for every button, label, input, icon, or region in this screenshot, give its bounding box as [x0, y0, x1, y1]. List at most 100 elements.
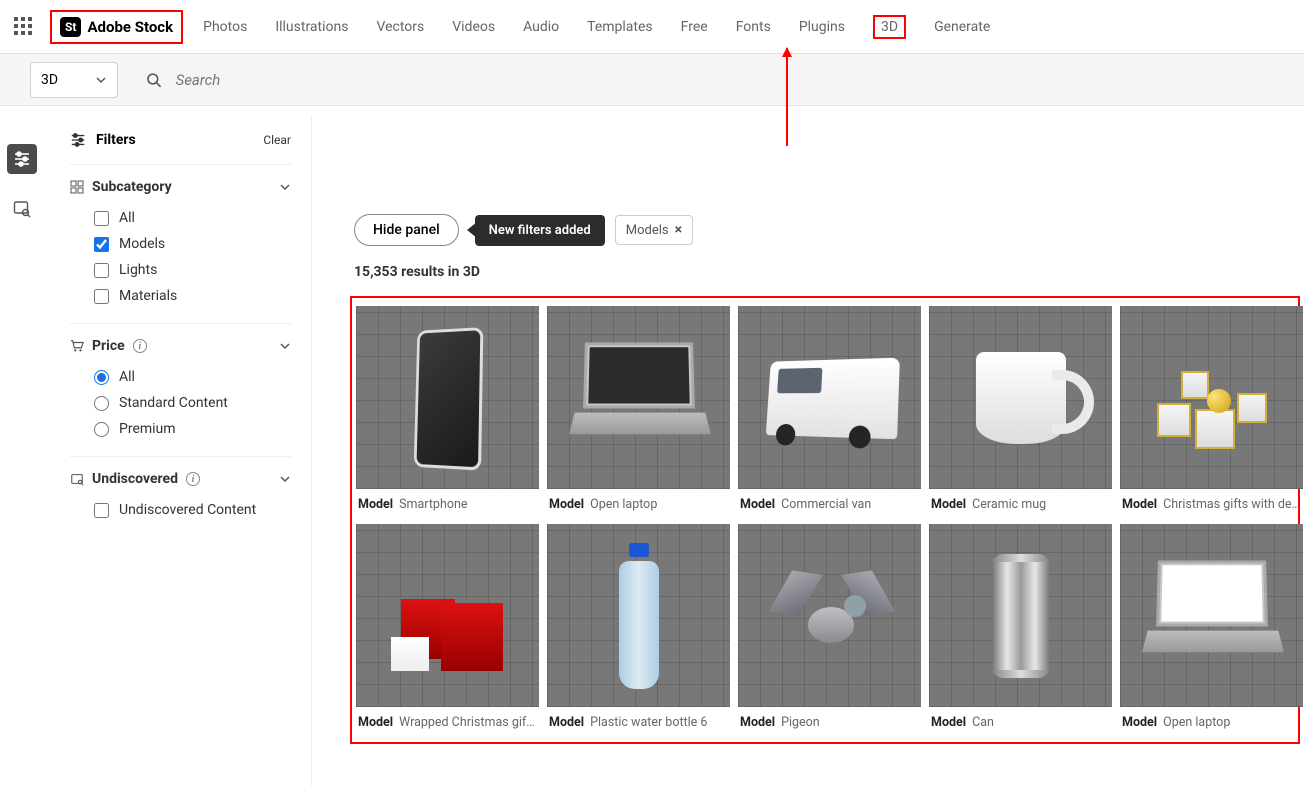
result-thumbnail[interactable] [547, 306, 730, 489]
filter-option-all[interactable]: All [70, 205, 291, 231]
nav-link-vectors[interactable]: Vectors [376, 15, 424, 39]
result-name: Pigeon [781, 715, 820, 730]
result-caption: Model Commercial van [738, 489, 921, 516]
nav-link-templates[interactable]: Templates [587, 15, 653, 39]
new-filters-tooltip: New filters added [475, 215, 605, 246]
filters-rail-button[interactable] [7, 144, 37, 174]
filter-input[interactable] [94, 263, 109, 278]
result-name: Smartphone [399, 497, 467, 512]
apps-grid-icon[interactable] [14, 17, 34, 37]
result-type: Model [931, 497, 966, 512]
visual-search-rail-button[interactable] [7, 194, 37, 224]
result-type: Model [358, 715, 393, 730]
filter-input[interactable] [94, 503, 109, 518]
filter-option-label: All [119, 210, 135, 226]
result-thumbnail[interactable] [356, 524, 539, 707]
result-thumbnail[interactable] [1120, 306, 1303, 489]
filter-option-all[interactable]: All [70, 364, 291, 390]
info-icon[interactable]: i [186, 472, 200, 486]
nav-link-audio[interactable]: Audio [523, 15, 559, 39]
nav-link-plugins[interactable]: Plugins [799, 15, 845, 39]
result-name: Wrapped Christmas gifts 1 [399, 715, 537, 730]
category-select[interactable]: 3D [30, 62, 118, 98]
image-search-icon [13, 200, 31, 218]
filter-input[interactable] [94, 422, 109, 437]
result-card: ModelOpen laptop [1120, 524, 1303, 734]
result-card: ModelPlastic water bottle 6 [547, 524, 730, 734]
filter-option-label: Models [119, 236, 165, 252]
result-card: ModelCeramic mug [929, 306, 1112, 516]
result-thumbnail[interactable] [1120, 524, 1303, 707]
brand-badge: St [60, 17, 81, 37]
filters-sidebar: Filters Clear Subcategory All Models Light… [56, 116, 312, 786]
result-caption: ModelOpen laptop [1120, 707, 1303, 734]
undiscovered-label: Undiscovered [92, 471, 178, 487]
result-thumbnail[interactable] [929, 306, 1112, 489]
left-rail [0, 136, 44, 224]
filters-heading: Filters [70, 132, 136, 148]
hide-panel-button[interactable]: Hide panel [354, 214, 459, 246]
filter-option-materials[interactable]: Materials [70, 283, 291, 309]
result-card: Model Wrapped Christmas gifts 1 [356, 524, 539, 734]
filter-option-label: Lights [119, 262, 157, 278]
info-icon[interactable]: i [133, 339, 147, 353]
nav-link-3d[interactable]: 3D [873, 15, 906, 39]
result-name: Open laptop [590, 497, 657, 512]
results-content: Hide panel New filters added Models × 15… [320, 116, 1304, 744]
chevron-down-icon [279, 181, 291, 193]
nav-link-illustrations[interactable]: Illustrations [275, 15, 348, 39]
result-type: Model [549, 497, 584, 512]
nav-link-fonts[interactable]: Fonts [736, 15, 771, 39]
result-type: Model [740, 497, 775, 512]
filter-option-undiscovered-content[interactable]: Undiscovered Content [70, 497, 291, 523]
result-name: Commercial van [781, 497, 871, 512]
result-name: Can [972, 715, 994, 730]
filter-input[interactable] [94, 211, 109, 226]
result-thumbnail[interactable] [738, 306, 921, 489]
filter-option-lights[interactable]: Lights [70, 257, 291, 283]
result-thumbnail[interactable] [738, 524, 921, 707]
sparkle-icon [70, 472, 84, 486]
result-thumbnail[interactable] [356, 306, 539, 489]
result-caption: ModelChristmas gifts with decora... [1120, 489, 1303, 516]
section-toggle-undiscovered[interactable]: Undiscovered i [70, 471, 291, 487]
filter-option-premium[interactable]: Premium [70, 416, 291, 442]
close-icon[interactable]: × [675, 222, 682, 238]
result-type: Model [931, 715, 966, 730]
search-input[interactable] [176, 71, 1288, 89]
clear-filters-link[interactable]: Clear [263, 133, 291, 147]
nav-link-photos[interactable]: Photos [203, 15, 247, 39]
category-value: 3D [41, 72, 58, 88]
result-type: Model [549, 715, 584, 730]
filter-section-undiscovered: Undiscovered i Undiscovered Content [70, 456, 291, 537]
nav-link-generate[interactable]: Generate [934, 15, 990, 39]
section-toggle-price[interactable]: Price i [70, 338, 291, 354]
filter-option-models[interactable]: Models [70, 231, 291, 257]
result-caption: Model Wrapped Christmas gifts 1 [356, 707, 539, 734]
filter-input[interactable] [94, 289, 109, 304]
filter-input[interactable] [94, 396, 109, 411]
filter-input[interactable] [94, 370, 109, 385]
result-thumbnail[interactable] [547, 524, 730, 707]
search-box[interactable] [130, 62, 1304, 98]
result-type: Model [740, 715, 775, 730]
results-count: 15,353 results in 3D [320, 246, 1304, 280]
result-caption: Model Pigeon [738, 707, 921, 734]
sliders-icon [70, 132, 86, 148]
grid-icon [70, 180, 84, 194]
result-type: Model [1122, 715, 1157, 730]
brand-logo[interactable]: St Adobe Stock [50, 10, 183, 44]
result-card: ModelSmartphone [356, 306, 539, 516]
result-type: Model [1122, 497, 1157, 512]
filter-option-standard-content[interactable]: Standard Content [70, 390, 291, 416]
nav-link-videos[interactable]: Videos [452, 15, 495, 39]
sliders-icon [13, 150, 31, 168]
chip-label: Models [626, 223, 669, 238]
filter-input[interactable] [94, 237, 109, 252]
cart-icon [70, 339, 84, 353]
active-filter-chip-models[interactable]: Models × [615, 215, 693, 245]
nav-link-free[interactable]: Free [681, 15, 708, 39]
section-toggle-subcategory[interactable]: Subcategory [70, 179, 291, 195]
result-thumbnail[interactable] [929, 524, 1112, 707]
result-caption: Model Open laptop [547, 489, 730, 516]
